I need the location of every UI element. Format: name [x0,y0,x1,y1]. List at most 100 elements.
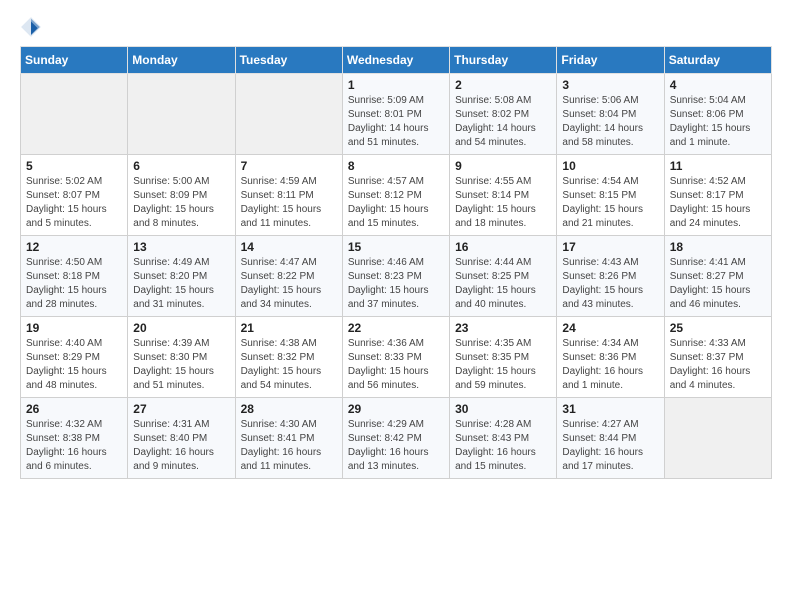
calendar-week-5: 26 Sunrise: 4:32 AMSunset: 8:38 PMDayligh… [21,398,772,479]
day-detail: Sunrise: 4:40 AMSunset: 8:29 PMDaylight:… [26,337,122,393]
day-number: 14 [241,240,337,254]
col-header-wednesday: Wednesday [342,47,449,74]
calendar-week-3: 12Sunrise: 4:50 AMSunset: 8:18 PMDayligh… [21,236,772,317]
calendar-cell: 18 Sunrise: 4:41 AMSunset: 8:27 PMDayligh… [664,236,771,317]
calendar-cell: 16 Sunrise: 4:44 AMSunset: 8:25 PMDayligh… [450,236,557,317]
day-detail: Sunrise: 5:06 AMSunset: 8:04 PMDaylight:… [562,94,658,150]
day-number: 25 [670,321,766,335]
day-detail: Sunrise: 4:38 AMSunset: 8:32 PMDaylight:… [241,337,337,393]
day-detail: Sunrise: 4:50 AMSunset: 8:18 PMDaylight:… [26,256,122,312]
day-detail: Sunrise: 4:55 AMSunset: 8:14 PMDaylight:… [455,175,551,231]
day-number: 29 [348,402,444,416]
calendar-cell [664,398,771,479]
day-detail: Sunrise: 4:33 AMSunset: 8:37 PMDaylight:… [670,337,766,393]
calendar-cell: 7Sunrise: 4:59 AMSunset: 8:11 PMDaylight… [235,155,342,236]
calendar-cell: 8 Sunrise: 4:57 AMSunset: 8:12 PMDaylight… [342,155,449,236]
day-detail: Sunrise: 4:29 AMSunset: 8:42 PMDaylight:… [348,418,444,474]
day-number: 3 [562,78,658,92]
day-number: 13 [133,240,229,254]
day-number: 15 [348,240,444,254]
calendar-cell: 19 Sunrise: 4:40 AMSunset: 8:29 PMDayligh… [21,317,128,398]
calendar-cell: 12Sunrise: 4:50 AMSunset: 8:18 PMDayligh… [21,236,128,317]
calendar-cell: 14 Sunrise: 4:47 AMSunset: 8:22 PMDayligh… [235,236,342,317]
calendar-cell: 23Sunrise: 4:35 AMSunset: 8:35 PMDayligh… [450,317,557,398]
calendar-table: SundayMondayTuesdayWednesdayThursdayFrid… [20,46,772,479]
day-detail: Sunrise: 4:49 AMSunset: 8:20 PMDaylight:… [133,256,229,312]
day-detail: Sunrise: 4:47 AMSunset: 8:22 PMDaylight:… [241,256,337,312]
col-header-thursday: Thursday [450,47,557,74]
day-detail: Sunrise: 4:41 AMSunset: 8:27 PMDaylight:… [670,256,766,312]
calendar-cell: 20Sunrise: 4:39 AMSunset: 8:30 PMDayligh… [128,317,235,398]
calendar-cell: 22 Sunrise: 4:36 AMSunset: 8:33 PMDayligh… [342,317,449,398]
day-number: 27 [133,402,229,416]
day-detail: Sunrise: 4:31 AMSunset: 8:40 PMDaylight:… [133,418,229,474]
day-number: 4 [670,78,766,92]
day-number: 18 [670,240,766,254]
day-detail: Sunrise: 4:36 AMSunset: 8:33 PMDaylight:… [348,337,444,393]
day-detail: Sunrise: 4:28 AMSunset: 8:43 PMDaylight:… [455,418,551,474]
day-number: 16 [455,240,551,254]
logo-icon [20,16,42,38]
calendar-cell: 5 Sunrise: 5:02 AMSunset: 8:07 PMDaylight… [21,155,128,236]
col-header-friday: Friday [557,47,664,74]
calendar-cell: 15 Sunrise: 4:46 AMSunset: 8:23 PMDayligh… [342,236,449,317]
day-detail: Sunrise: 5:04 AMSunset: 8:06 PMDaylight:… [670,94,766,150]
day-detail: Sunrise: 5:09 AMSunset: 8:01 PMDaylight:… [348,94,444,150]
day-detail: Sunrise: 5:02 AMSunset: 8:07 PMDaylight:… [26,175,122,231]
day-detail: Sunrise: 4:52 AMSunset: 8:17 PMDaylight:… [670,175,766,231]
col-header-sunday: Sunday [21,47,128,74]
day-number: 28 [241,402,337,416]
day-detail: Sunrise: 4:27 AMSunset: 8:44 PMDaylight:… [562,418,658,474]
day-number: 5 [26,159,122,173]
day-number: 24 [562,321,658,335]
calendar-cell: 2Sunrise: 5:08 AMSunset: 8:02 PMDaylight… [450,74,557,155]
day-detail: Sunrise: 4:46 AMSunset: 8:23 PMDaylight:… [348,256,444,312]
day-number: 8 [348,159,444,173]
calendar-week-4: 19 Sunrise: 4:40 AMSunset: 8:29 PMDayligh… [21,317,772,398]
day-detail: Sunrise: 4:32 AMSunset: 8:38 PMDaylight:… [26,418,122,474]
calendar-cell: 24 Sunrise: 4:34 AMSunset: 8:36 PMDayligh… [557,317,664,398]
calendar-cell: 13 Sunrise: 4:49 AMSunset: 8:20 PMDayligh… [128,236,235,317]
calendar-cell [128,74,235,155]
calendar-cell: 9 Sunrise: 4:55 AMSunset: 8:14 PMDaylight… [450,155,557,236]
col-header-saturday: Saturday [664,47,771,74]
day-detail: Sunrise: 4:43 AMSunset: 8:26 PMDaylight:… [562,256,658,312]
calendar-cell: 29 Sunrise: 4:29 AMSunset: 8:42 PMDayligh… [342,398,449,479]
day-detail: Sunrise: 4:54 AMSunset: 8:15 PMDaylight:… [562,175,658,231]
calendar-cell: 30 Sunrise: 4:28 AMSunset: 8:43 PMDayligh… [450,398,557,479]
page-header [20,16,772,38]
logo [20,16,46,38]
day-number: 2 [455,78,551,92]
day-number: 21 [241,321,337,335]
day-detail: Sunrise: 4:59 AMSunset: 8:11 PMDaylight:… [241,175,337,231]
day-number: 9 [455,159,551,173]
day-number: 31 [562,402,658,416]
calendar-cell: 6 Sunrise: 5:00 AMSunset: 8:09 PMDaylight… [128,155,235,236]
day-detail: Sunrise: 4:57 AMSunset: 8:12 PMDaylight:… [348,175,444,231]
calendar-cell: 4 Sunrise: 5:04 AMSunset: 8:06 PMDaylight… [664,74,771,155]
day-number: 6 [133,159,229,173]
col-header-tuesday: Tuesday [235,47,342,74]
day-detail: Sunrise: 4:44 AMSunset: 8:25 PMDaylight:… [455,256,551,312]
day-number: 30 [455,402,551,416]
calendar-week-1: 1 Sunrise: 5:09 AMSunset: 8:01 PMDaylight… [21,74,772,155]
day-number: 10 [562,159,658,173]
calendar-cell: 11 Sunrise: 4:52 AMSunset: 8:17 PMDayligh… [664,155,771,236]
day-number: 19 [26,321,122,335]
day-number: 22 [348,321,444,335]
calendar-cell: 1 Sunrise: 5:09 AMSunset: 8:01 PMDaylight… [342,74,449,155]
day-number: 26 [26,402,122,416]
day-number: 1 [348,78,444,92]
calendar-cell: 17 Sunrise: 4:43 AMSunset: 8:26 PMDayligh… [557,236,664,317]
day-number: 11 [670,159,766,173]
calendar-cell: 26 Sunrise: 4:32 AMSunset: 8:38 PMDayligh… [21,398,128,479]
day-detail: Sunrise: 5:00 AMSunset: 8:09 PMDaylight:… [133,175,229,231]
calendar-cell: 25 Sunrise: 4:33 AMSunset: 8:37 PMDayligh… [664,317,771,398]
calendar-cell [21,74,128,155]
calendar-cell: 3 Sunrise: 5:06 AMSunset: 8:04 PMDaylight… [557,74,664,155]
day-detail: Sunrise: 4:34 AMSunset: 8:36 PMDaylight:… [562,337,658,393]
day-detail: Sunrise: 4:30 AMSunset: 8:41 PMDaylight:… [241,418,337,474]
calendar-cell: 21 Sunrise: 4:38 AMSunset: 8:32 PMDayligh… [235,317,342,398]
day-number: 17 [562,240,658,254]
calendar-week-2: 5 Sunrise: 5:02 AMSunset: 8:07 PMDaylight… [21,155,772,236]
